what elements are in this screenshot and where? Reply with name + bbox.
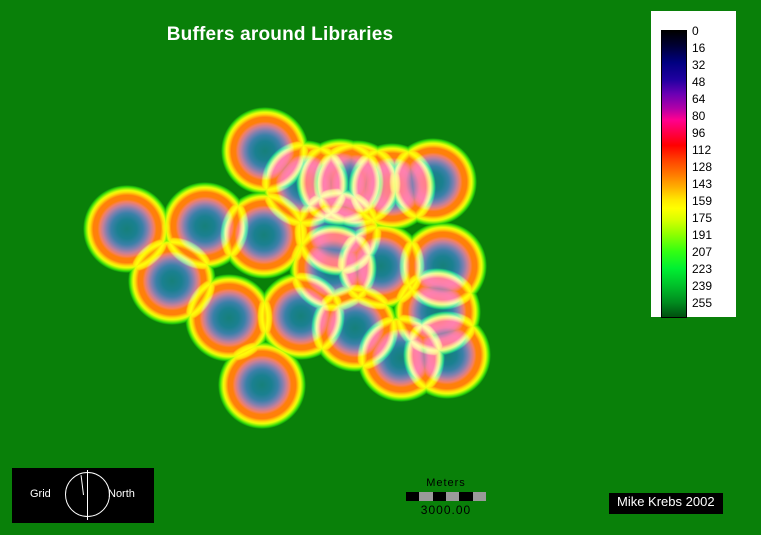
legend-label: 207 [692, 245, 713, 259]
legend-label: 16 [692, 41, 706, 55]
north-arrow-panel: Grid North [12, 468, 154, 523]
buffer-blob [389, 138, 477, 226]
scale-bar-units-label: Meters [426, 477, 466, 489]
legend-label: 191 [692, 228, 713, 242]
legend-label: 48 [692, 75, 706, 89]
scale-bar-segment [406, 492, 420, 501]
legend-label: 143 [692, 177, 713, 191]
legend-label: 32 [692, 58, 706, 72]
legend-label: 112 [692, 143, 712, 157]
scale-bar-graphic [406, 492, 486, 501]
north-arrow-grid-label: Grid [30, 488, 51, 500]
scale-bar-panel: Meters 3000.00 [396, 477, 496, 517]
legend-label: 80 [692, 109, 706, 123]
compass-meridian-line-icon [87, 470, 88, 520]
scale-bar-distance-label: 3000.00 [420, 503, 472, 517]
legend-label: 0 [692, 24, 699, 38]
buffer-raster-layer [0, 0, 761, 535]
scale-bar-segment [459, 492, 473, 501]
credit-label: Mike Krebs 2002 [609, 493, 723, 514]
buffer-blob [218, 341, 306, 429]
legend-label-list: 0 16 32 48 64 80 96 112 128 143 159 175 191 207 223 239… [692, 23, 736, 312]
legend-label: 159 [692, 194, 713, 208]
map-canvas: Buffers around Libraries 0 16 32 48 64 80 96 11… [0, 0, 761, 535]
legend-label: 175 [692, 211, 713, 225]
legend-color-ramp [661, 30, 687, 318]
legend-label: 223 [692, 262, 713, 276]
legend-label: 239 [692, 279, 713, 293]
scale-bar-segment [419, 492, 433, 501]
scale-bar-segment [472, 492, 486, 501]
scale-bar-segment [445, 492, 460, 501]
scale-bar-segment [432, 492, 446, 501]
legend-label: 64 [692, 92, 706, 106]
legend-label: 255 [692, 296, 713, 310]
legend-panel: 0 16 32 48 64 80 96 112 128 143 159 175 191 207 223 239… [651, 11, 736, 318]
north-arrow-north-label: North [108, 488, 135, 500]
legend-label: 96 [692, 126, 706, 140]
legend-label: 128 [692, 160, 713, 174]
page-title: Buffers around Libraries [166, 24, 394, 45]
buffer-blob [403, 311, 491, 399]
